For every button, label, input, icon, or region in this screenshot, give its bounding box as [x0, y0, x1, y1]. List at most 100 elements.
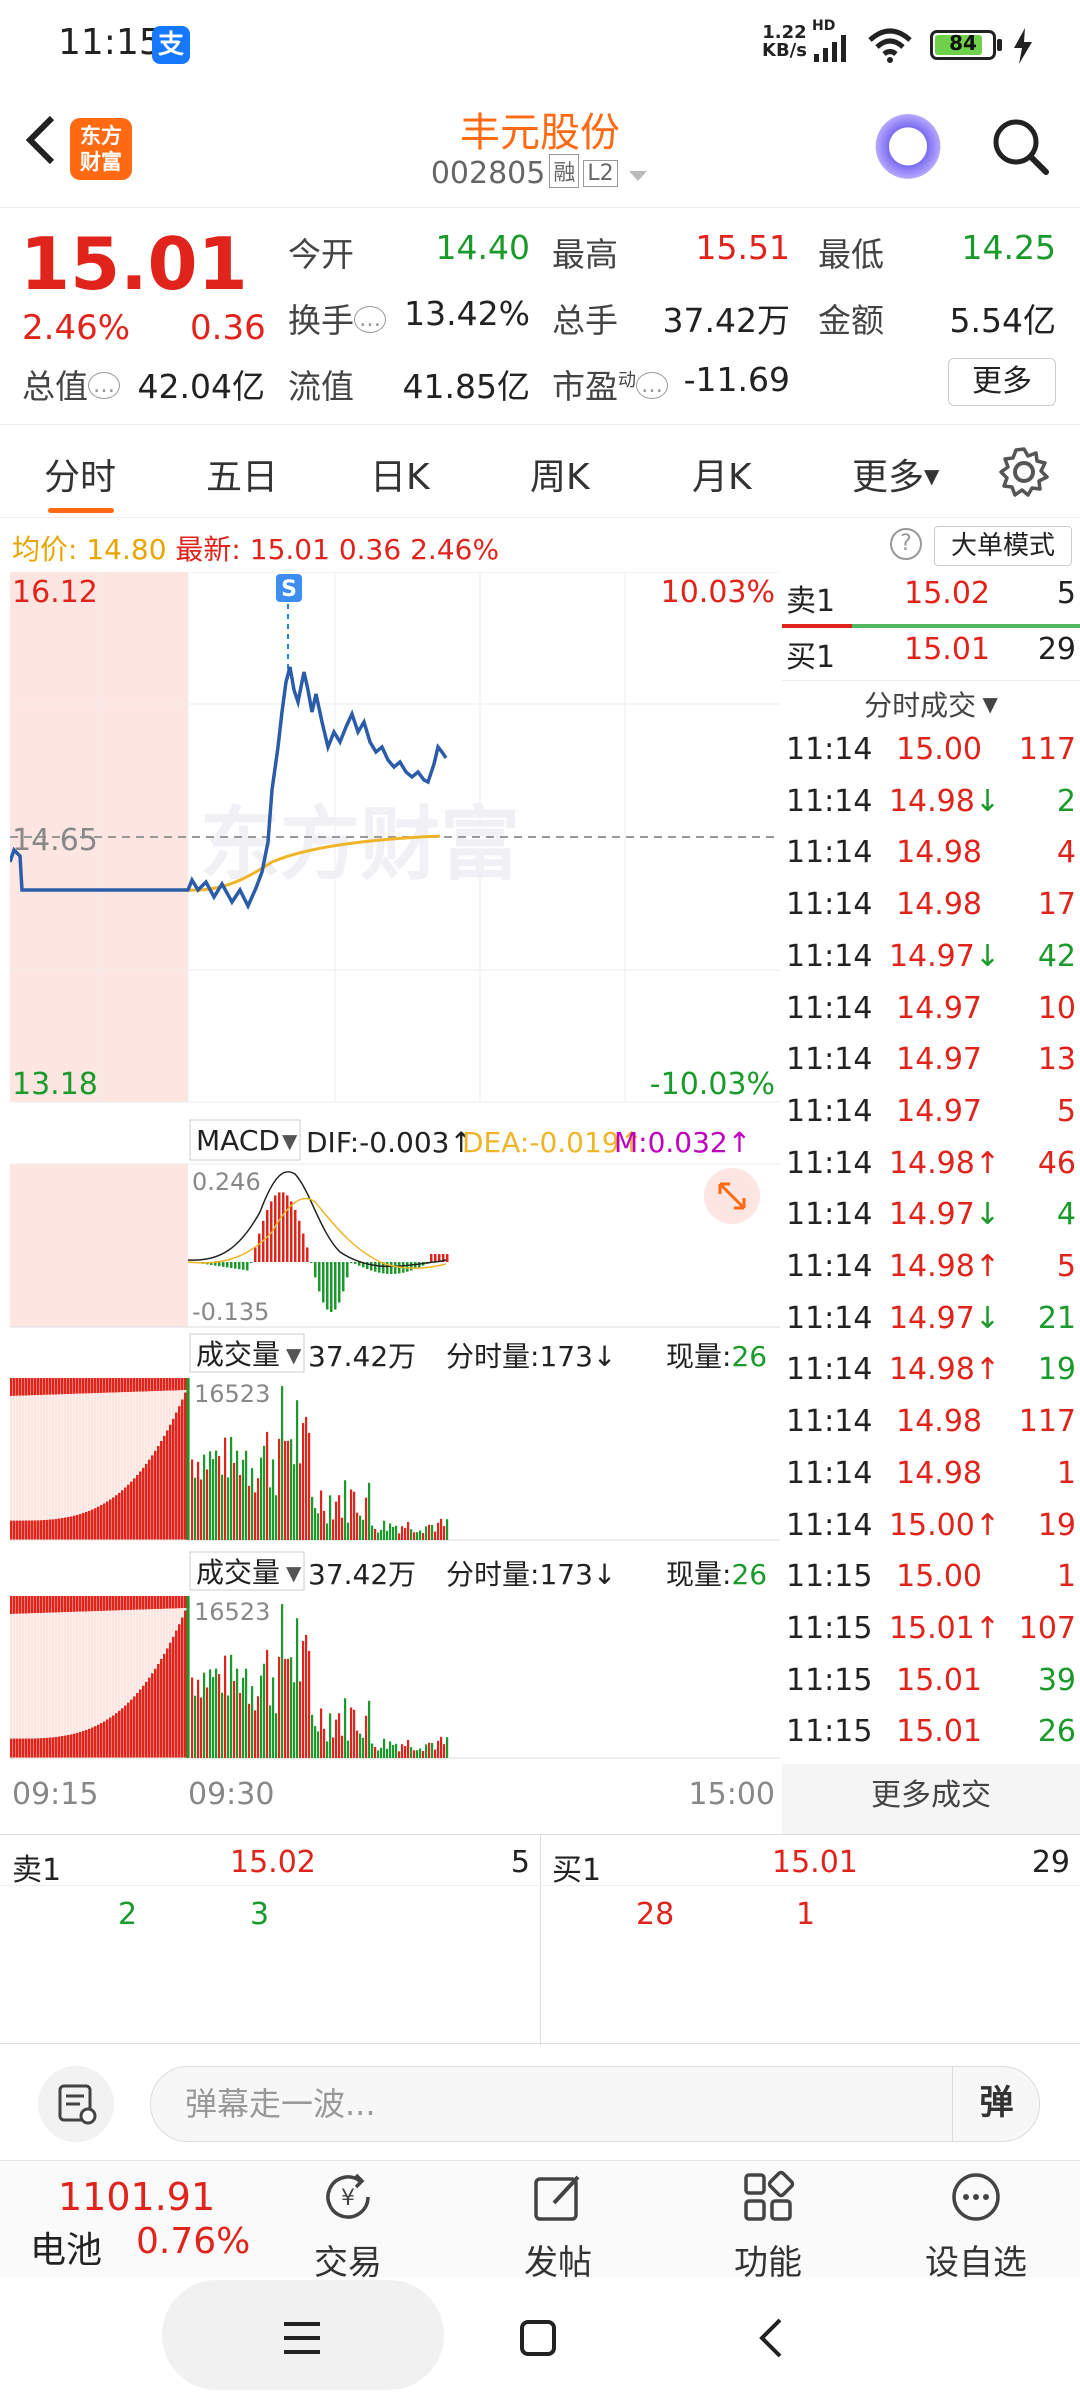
volume-bar [73, 1515, 76, 1540]
big-order-mode-button[interactable]: 大单模式 [934, 526, 1072, 566]
volume-bar [329, 1713, 332, 1758]
macd-bar [286, 1195, 289, 1262]
buy1-volume: 29 [1037, 632, 1076, 667]
volume-bar [377, 1750, 380, 1758]
volume-bar [239, 1693, 242, 1758]
more-quote-button[interactable]: 更多 [948, 358, 1056, 406]
volume-bar [46, 1519, 49, 1540]
depth-sell-price: 15.02 [230, 1845, 316, 1880]
volume-bar [160, 1608, 163, 1659]
tab-monthly-k[interactable]: 月K [692, 448, 752, 500]
depth-buy-queue-1: 28 [636, 1897, 675, 1932]
macd-bar [330, 1262, 333, 1312]
volume-bar [275, 1713, 278, 1758]
avg-label: 均价: [12, 533, 78, 566]
depth-sell-volume: 5 [510, 1845, 530, 1880]
volume-bar [124, 1487, 127, 1540]
nav-post[interactable]: 发帖 [488, 2169, 628, 2284]
volume-bar [118, 1596, 121, 1611]
signal-icon [814, 35, 846, 62]
ticks-title[interactable]: 分时成交 ▼ [782, 684, 1080, 724]
volume-bar [163, 1653, 166, 1758]
volume-bar [428, 1524, 431, 1540]
float-value: 41.85亿 [402, 367, 530, 406]
volume-bar [115, 1596, 118, 1611]
volume-bar [97, 1393, 100, 1507]
danmu-toggle-button[interactable]: 弹 [952, 2066, 1040, 2142]
buy1-row[interactable]: 买1 15.01 29 [782, 632, 1080, 684]
depth-sell-label: 卖1 [12, 1853, 62, 1888]
sell1-label: 卖1 [786, 584, 836, 619]
volume-bar [73, 1733, 76, 1758]
nav-add-watchlist[interactable]: 设自选 [906, 2169, 1046, 2284]
tab-more[interactable]: 更多▼ [852, 448, 939, 500]
tick-time: 11:14 [786, 1093, 873, 1129]
volume-bar [55, 1518, 58, 1540]
volume-bar [151, 1609, 154, 1674]
macd-bar [326, 1262, 329, 1310]
volume-bar [260, 1675, 263, 1758]
macd-bar [370, 1262, 373, 1271]
macd-bar [294, 1209, 297, 1262]
nav-functions[interactable]: 功能 [698, 2169, 838, 2284]
volume-bar [245, 1668, 248, 1758]
volume-bar [160, 1378, 163, 1391]
menu-icon[interactable] [282, 2318, 322, 2358]
tab-intraday[interactable]: 分时 [44, 448, 116, 500]
info-icon[interactable]: … [88, 372, 120, 399]
volume-bar [58, 1736, 61, 1758]
buy1-price: 15.01 [904, 632, 990, 667]
nav-post-label: 发帖 [524, 2243, 592, 2283]
volume-bar [341, 1517, 344, 1540]
help-icon[interactable]: ? [890, 528, 922, 560]
volume-bar [320, 1708, 323, 1758]
volume-bar [163, 1608, 166, 1654]
volume-bar [184, 1392, 187, 1540]
volume-bar [368, 1482, 371, 1540]
back-nav-icon[interactable] [752, 2316, 792, 2360]
volume-bar [106, 1596, 109, 1611]
more-trades-button[interactable]: 更多成交 [782, 1764, 1080, 1834]
ai-assistant-icon[interactable] [872, 114, 944, 186]
volume-bar [121, 1378, 124, 1393]
settings-gear-icon[interactable] [998, 446, 1050, 498]
tab-weekly-k[interactable]: 周K [530, 448, 590, 500]
volume-bar [272, 1677, 275, 1758]
sell1-row[interactable]: 卖1 15.02 5 [782, 576, 1080, 628]
volume-label: 成交量 [196, 1338, 280, 1371]
tab-five-day[interactable]: 五日 [206, 448, 278, 500]
home-icon[interactable] [518, 2318, 558, 2358]
volume-bar [308, 1650, 311, 1758]
tick-time: 11:15 [786, 1610, 873, 1646]
index-ticker[interactable]: 1101.91 电池 0.76% [0, 2161, 250, 2279]
notes-icon[interactable] [38, 2066, 114, 2142]
macd-bar [410, 1262, 413, 1271]
pe-sup: 动 [618, 370, 636, 391]
volume-bar [76, 1393, 79, 1515]
volume-bar [58, 1518, 61, 1540]
volume-bar [169, 1608, 172, 1643]
volume-bar [320, 1490, 323, 1540]
intraday-chart[interactable]: 东方财富 S 16.12 14.65 13.18 10.03% -10.03% … [10, 572, 780, 1840]
volume-bar [13, 1613, 16, 1739]
volume-bar [157, 1609, 160, 1664]
search-icon[interactable] [990, 116, 1050, 176]
volume-bar [365, 1497, 368, 1540]
volume-bar [407, 1739, 410, 1758]
volume-bar [347, 1522, 350, 1540]
volume-bar [22, 1520, 25, 1540]
volume-bar [88, 1393, 91, 1511]
volume-bar [160, 1440, 163, 1540]
price-axis-mid: 14.65 [12, 823, 98, 858]
volume-bar [157, 1663, 160, 1758]
volume-bar [154, 1450, 157, 1540]
volume-bar [251, 1686, 254, 1758]
tab-daily-k[interactable]: 日K [370, 448, 430, 500]
volume-bar [112, 1610, 115, 1716]
nav-trade[interactable]: ¥ 交易 [278, 2169, 418, 2284]
danmu-input[interactable]: 弹幕走一波... [150, 2066, 1040, 2142]
tick-time: 11:14 [786, 1507, 873, 1543]
volume-bar [203, 1672, 206, 1758]
volume-bar [19, 1378, 22, 1396]
volume-bar [85, 1393, 88, 1512]
